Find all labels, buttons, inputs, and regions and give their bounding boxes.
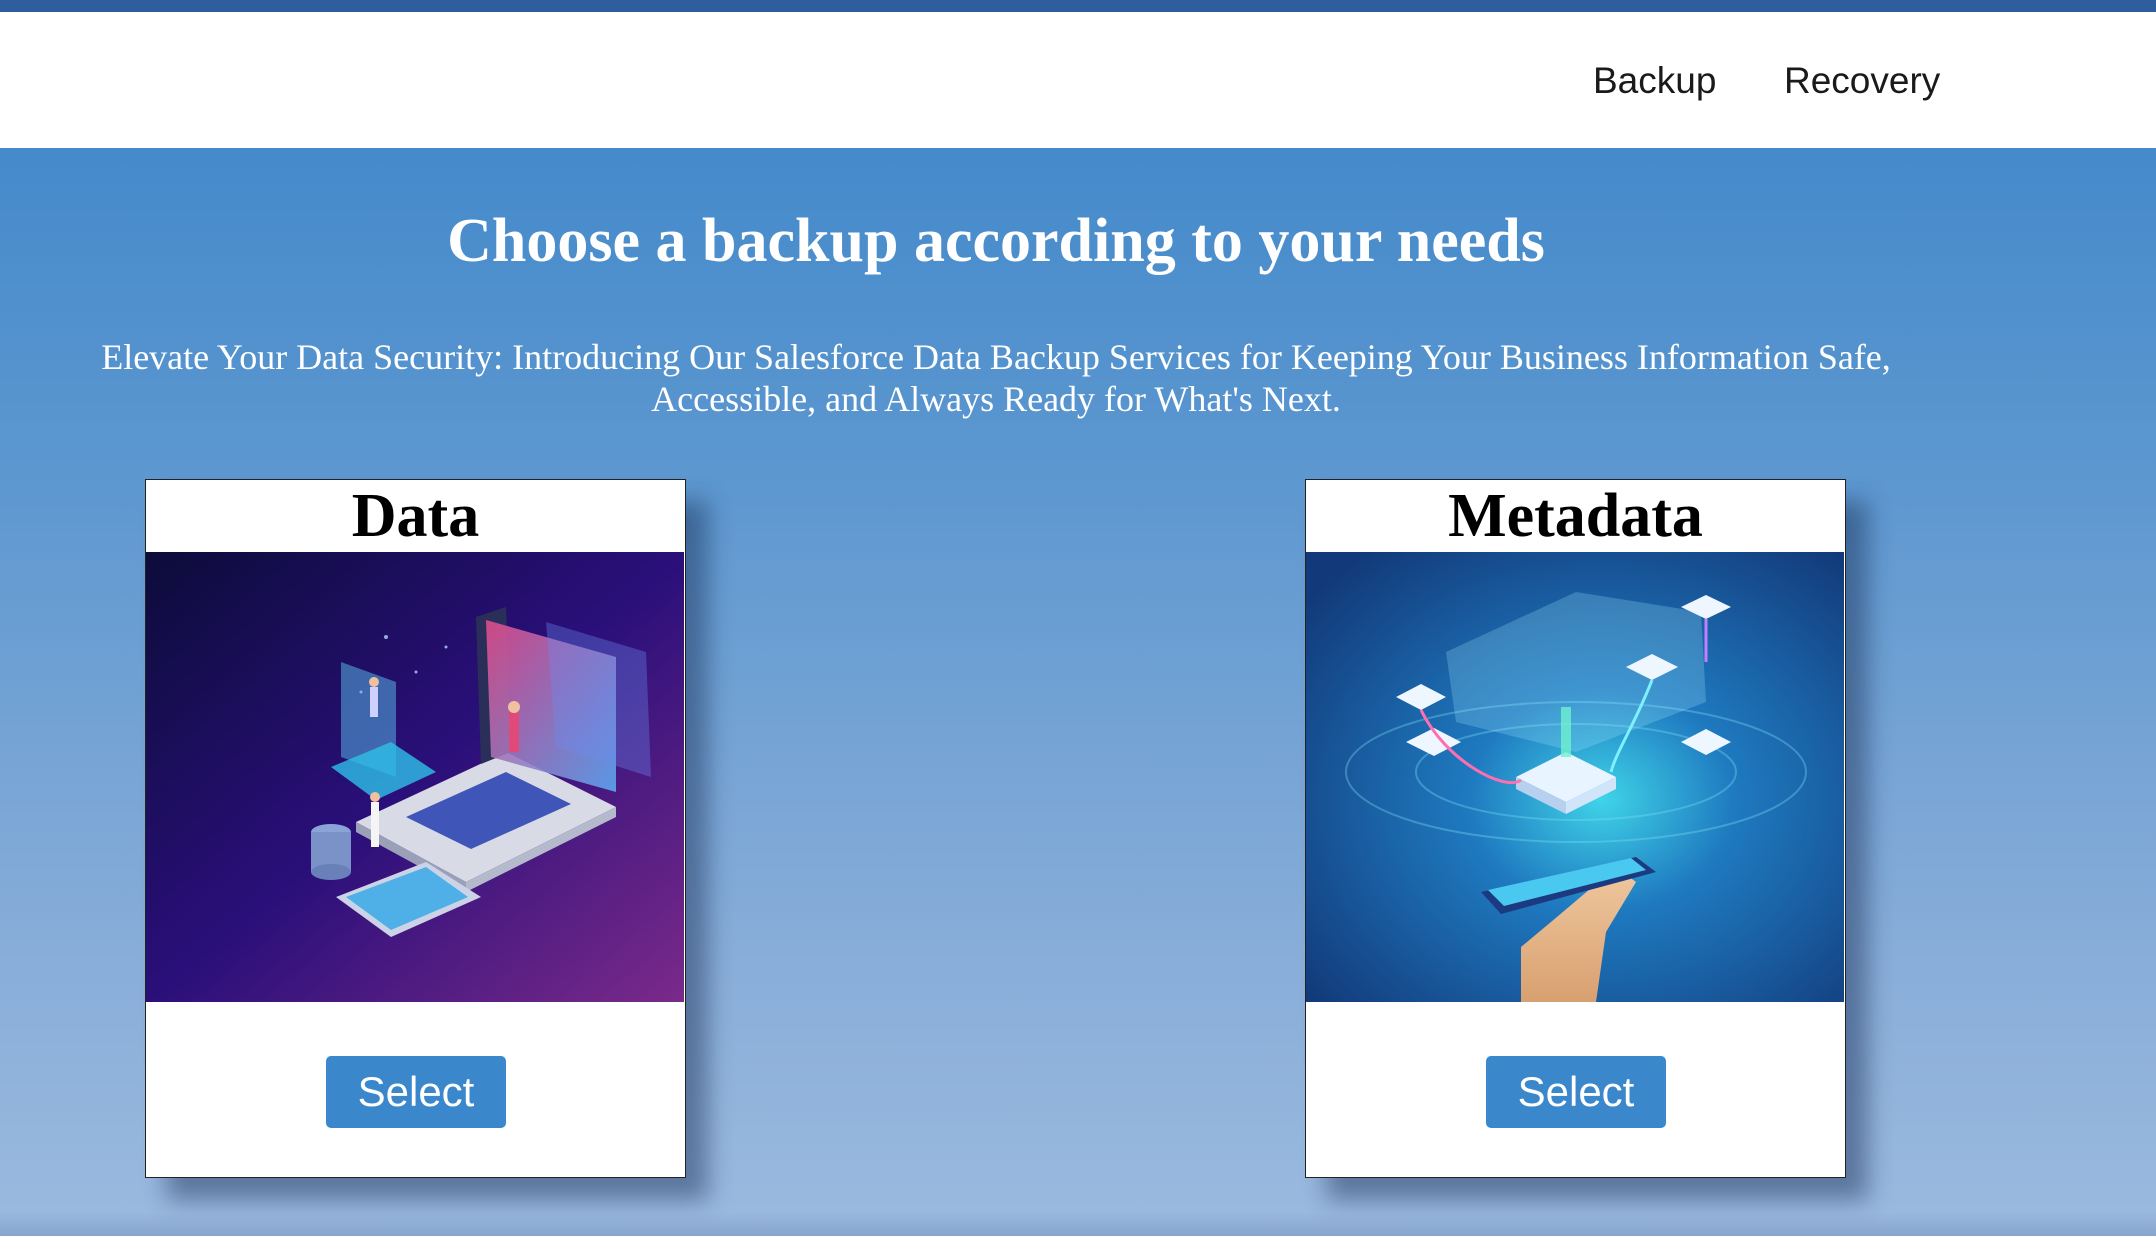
top-accent-strip	[0, 0, 2156, 12]
data-backup-card: Data Select	[145, 479, 686, 1178]
laptop-data-illustration	[146, 552, 685, 1002]
card-title: Metadata	[1448, 482, 1703, 550]
page-title: Choose a backup according to your needs	[447, 207, 1545, 275]
bottom-shade	[0, 1212, 2156, 1236]
card-title: Data	[351, 482, 480, 550]
nav-link-recovery[interactable]: Recovery	[1784, 60, 1940, 102]
navbar: Backup Recovery	[0, 12, 2156, 148]
select-metadata-button[interactable]: Select	[1486, 1056, 1666, 1128]
page-subtitle: Elevate Your Data Security: Introducing …	[101, 337, 1891, 419]
cloud-network-illustration	[1306, 552, 1845, 1002]
select-data-button[interactable]: Select	[326, 1056, 506, 1128]
metadata-backup-card: Metadata Select	[1305, 479, 1846, 1178]
nav-link-backup[interactable]: Backup	[1593, 60, 1716, 102]
